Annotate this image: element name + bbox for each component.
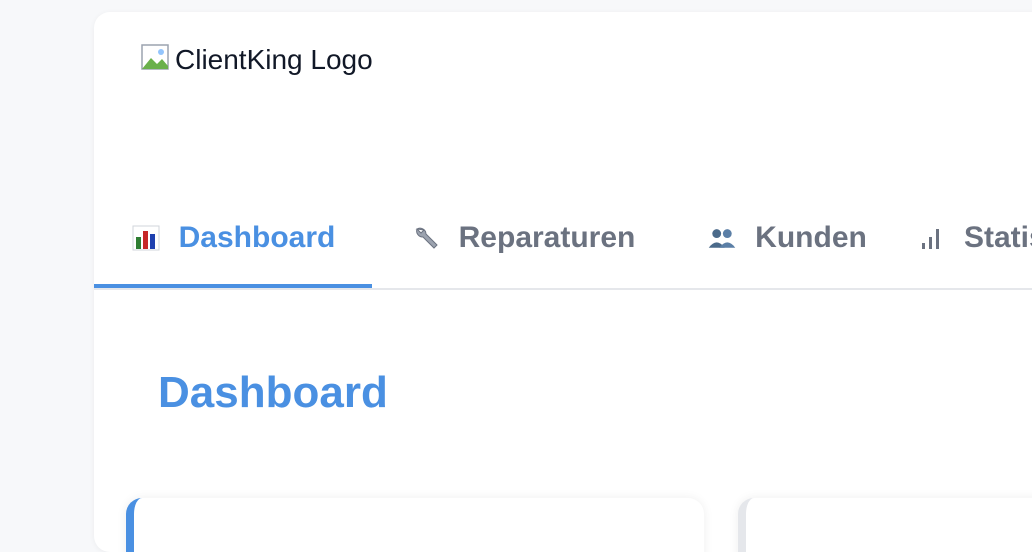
page-title: Dashboard [158, 368, 388, 417]
main-card: ClientKing Logo Dashboard Reparaturen Ku… [94, 12, 1032, 552]
tab-statistiken[interactable]: Statistiken [916, 190, 1032, 286]
tab-label: Kunden [755, 221, 867, 254]
wrench-icon [411, 223, 441, 253]
tab-label: Statistiken [964, 221, 1032, 254]
stat-card [126, 498, 704, 552]
bar-chart-icon [131, 223, 161, 253]
signal-bars-icon [916, 223, 946, 253]
logo-alt-text: ClientKing Logo [175, 44, 373, 75]
stat-card [738, 498, 1032, 552]
active-tab-indicator [94, 284, 372, 288]
tab-label: Reparaturen [458, 221, 636, 254]
tab-kunden[interactable]: Kunden [672, 190, 902, 286]
tab-dashboard[interactable]: Dashboard [94, 190, 372, 286]
logo[interactable]: ClientKing Logo [141, 44, 373, 76]
tab-label: Dashboard [178, 221, 336, 254]
tab-reparaturen[interactable]: Reparaturen [384, 190, 662, 286]
tabs-divider [94, 288, 1032, 290]
users-icon [707, 223, 737, 253]
main-tabs: Dashboard Reparaturen Kunden Stati [94, 190, 1032, 288]
broken-image-icon [141, 44, 175, 76]
